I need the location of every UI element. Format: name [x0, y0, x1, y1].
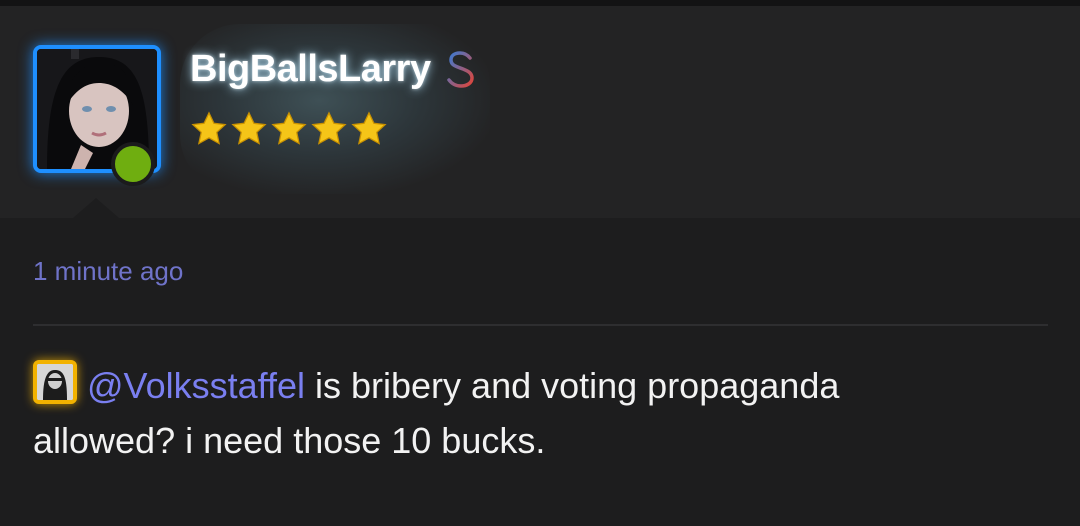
user-header: BigBallsLarry: [0, 6, 1080, 224]
star-icon: [351, 111, 387, 145]
star-icon: [271, 111, 307, 145]
post-timestamp: 1 minute ago: [33, 256, 184, 286]
star-icon: [311, 111, 347, 145]
message-text-line1: is bribery and voting propaganda: [305, 365, 840, 406]
username[interactable]: BigBallsLarry: [190, 48, 431, 91]
star-icon: [191, 111, 227, 145]
divider: [33, 324, 1048, 326]
dollar-icon: [447, 47, 474, 91]
mention-avatar[interactable]: [33, 360, 77, 404]
post-message: @Volksstaffel is bribery and voting prop…: [33, 358, 1048, 468]
message-text-line2: allowed? i need those 10 bucks.: [33, 420, 546, 461]
star-rating: [190, 110, 388, 150]
star-icon: [231, 111, 267, 145]
user-mention-link[interactable]: @Volksstaffel: [87, 365, 305, 406]
header-pointer: [66, 198, 126, 224]
online-status-indicator: [111, 142, 155, 186]
post-card: BigBallsLarry 1 minute ago @Volksstaffel…: [0, 0, 1080, 526]
